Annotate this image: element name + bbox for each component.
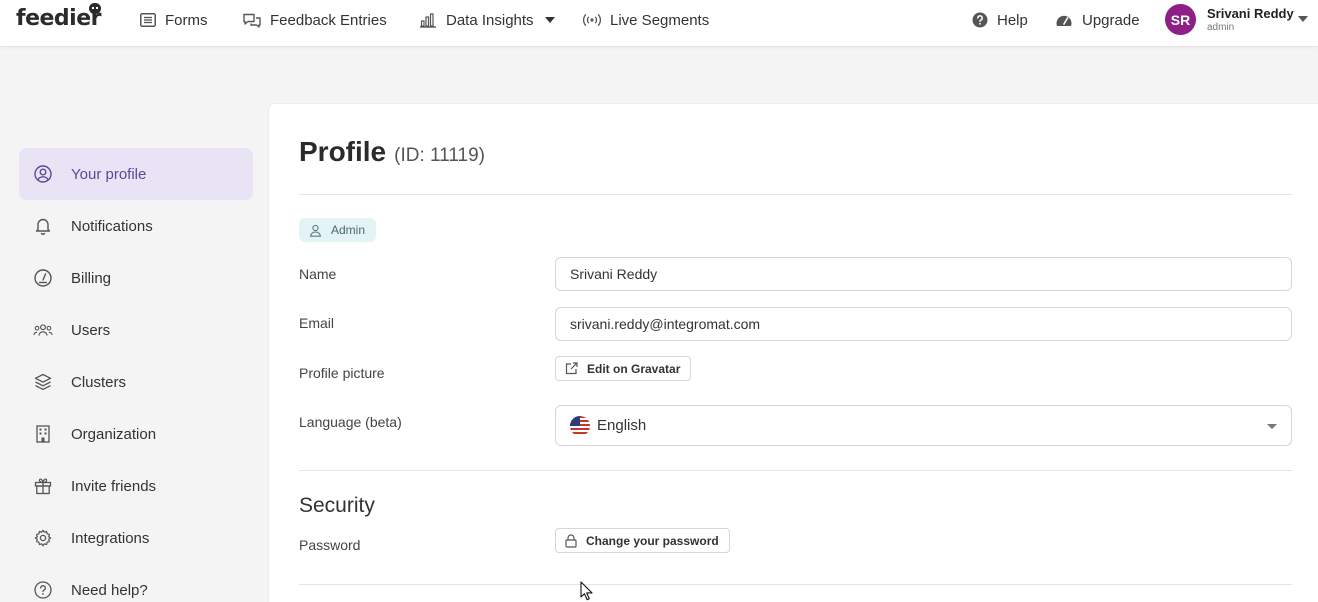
name-input[interactable] <box>555 257 1292 291</box>
sidebar-item-label: Need help? <box>71 581 148 599</box>
page-title-text: Profile <box>299 136 387 167</box>
user-icon <box>309 224 322 237</box>
sidebar-item-billing[interactable]: Billing <box>19 252 253 304</box>
sidebar-item-integrations[interactable]: Integrations <box>19 512 253 564</box>
sidebar-item-label: Invite friends <box>71 477 157 495</box>
edit-on-gravatar-label: Edit on Gravatar <box>587 361 681 376</box>
sidebar-item-need-help[interactable]: Need help? <box>19 564 253 602</box>
speedometer-icon <box>1056 15 1072 26</box>
profile-card <box>268 103 1318 602</box>
user-circle-icon <box>33 164 53 184</box>
building-icon <box>33 424 53 444</box>
us-flag-icon <box>570 415 590 436</box>
gift-icon <box>33 476 53 496</box>
sidebar-item-users[interactable]: Users <box>19 304 253 356</box>
users-icon <box>33 320 53 340</box>
logo-bubble-icon <box>89 3 101 14</box>
security-section-title: Security <box>299 494 375 517</box>
question-circle-icon <box>972 12 988 28</box>
nav-feedback-entries[interactable]: Feedback Entries <box>243 0 387 40</box>
sidebar-item-notifications[interactable]: Notifications <box>19 200 253 252</box>
nav-live-segments-label: Live Segments <box>610 11 710 29</box>
nav-live-segments[interactable]: Live Segments <box>583 0 709 40</box>
sidebar-item-organization[interactable]: Organization <box>19 408 253 460</box>
language-value: English <box>597 417 647 434</box>
lock-icon <box>565 533 577 548</box>
help-link[interactable]: Help <box>972 0 1028 40</box>
gear-icon <box>33 528 53 548</box>
nav-feedback-entries-label: Feedback Entries <box>270 11 387 29</box>
change-password-button[interactable]: Change your password <box>555 528 730 553</box>
bar-chart-icon <box>420 12 436 28</box>
chevron-down-icon <box>544 17 555 23</box>
sidebar-item-label: Integrations <box>71 529 150 547</box>
sidebar-item-label: Clusters <box>71 373 127 391</box>
user-menu-chevron-icon[interactable] <box>1298 16 1308 22</box>
user-name[interactable]: Srivani Reddy <box>1207 6 1294 21</box>
upgrade-label: Upgrade <box>1082 11 1140 29</box>
upgrade-link[interactable]: Upgrade <box>1055 0 1140 40</box>
sidebar-item-label: Notifications <box>71 217 153 235</box>
password-label: Password <box>299 537 361 553</box>
nav-data-insights-label: Data Insights <box>446 11 534 29</box>
external-link-icon <box>565 362 578 375</box>
email-label: Email <box>299 315 335 331</box>
sidebar-item-label: Users <box>71 321 111 339</box>
name-label: Name <box>299 266 337 282</box>
nav-forms[interactable]: Forms <box>140 0 208 40</box>
divider <box>299 194 1292 195</box>
email-input[interactable] <box>555 307 1292 341</box>
broadcast-icon <box>583 13 601 27</box>
bell-icon <box>33 216 53 236</box>
sidebar-item-label: Organization <box>71 425 157 443</box>
sidebar-item-invite-friends[interactable]: Invite friends <box>19 460 253 512</box>
sidebar-item-label: Billing <box>71 269 112 287</box>
top-navigation-bar: feedier Forms Feedback Entries Data Insi… <box>0 0 1318 47</box>
divider <box>299 470 1292 471</box>
sidebar-item-label: Your profile <box>71 165 147 183</box>
chat-bubbles-icon <box>243 13 261 28</box>
profile-picture-label: Profile picture <box>299 365 385 381</box>
user-role: admin <box>1207 22 1235 33</box>
language-label: Language (beta) <box>299 414 402 430</box>
avatar[interactable]: SR <box>1165 4 1196 35</box>
change-password-label: Change your password <box>586 533 719 548</box>
divider <box>299 584 1292 585</box>
sidebar-item-your-profile[interactable]: Your profile <box>19 148 253 200</box>
gauge-icon <box>33 268 53 288</box>
profile-id: (ID: 11119) <box>394 145 485 166</box>
role-badge: Admin <box>299 218 377 242</box>
sidebar-item-clusters[interactable]: Clusters <box>19 356 253 408</box>
role-badge-label: Admin <box>331 223 366 237</box>
language-select[interactable]: English <box>555 405 1292 446</box>
page-title: Profile (ID: 11119) <box>299 136 485 168</box>
edit-on-gravatar-button[interactable]: Edit on Gravatar <box>555 356 692 381</box>
chevron-down-icon <box>1267 424 1277 429</box>
layers-icon <box>33 372 53 392</box>
question-circle-icon <box>33 580 53 600</box>
list-icon <box>140 13 156 27</box>
mouse-cursor-icon <box>580 581 593 601</box>
nav-data-insights[interactable]: Data Insights <box>419 0 555 40</box>
help-label: Help <box>997 11 1028 29</box>
nav-forms-label: Forms <box>165 11 208 29</box>
